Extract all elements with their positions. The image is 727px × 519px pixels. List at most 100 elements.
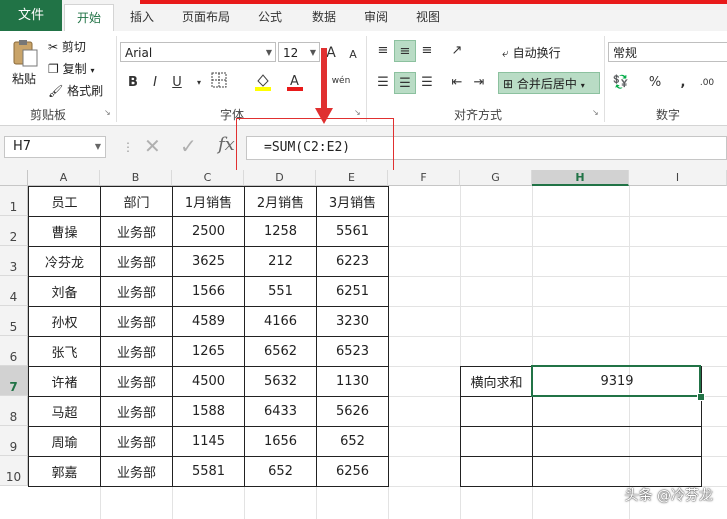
cell[interactable]: 业务部 bbox=[100, 426, 173, 457]
row-header-2[interactable]: 2 bbox=[0, 216, 28, 246]
cancel-icon[interactable]: ✕ bbox=[144, 134, 161, 158]
cell[interactable]: 3625 bbox=[172, 246, 245, 277]
borders-icon[interactable] bbox=[208, 72, 230, 94]
underline-dropdown-icon[interactable]: ▾ bbox=[188, 72, 210, 94]
cell[interactable]: 5581 bbox=[172, 456, 245, 487]
cell[interactable]: 652 bbox=[244, 456, 317, 487]
tab-review[interactable]: 审阅 bbox=[358, 4, 394, 30]
paste-button[interactable]: 粘贴 bbox=[12, 70, 36, 87]
align-middle-icon[interactable]: ≡ bbox=[394, 40, 416, 62]
merge-center-button[interactable]: ⊞ 合并后居中 ▾ bbox=[498, 72, 600, 94]
currency-icon[interactable]: 💱 bbox=[610, 72, 632, 94]
align-left-icon[interactable]: ☰ bbox=[372, 72, 394, 94]
tab-file[interactable]: 文件 bbox=[0, 0, 62, 31]
column-header-d[interactable]: D bbox=[244, 170, 316, 186]
column-header-h[interactable]: H bbox=[532, 170, 629, 186]
cell[interactable]: 4166 bbox=[244, 306, 317, 337]
shrink-font-button[interactable]: A bbox=[342, 44, 364, 66]
empty-cell[interactable] bbox=[460, 456, 533, 487]
empty-cell[interactable] bbox=[532, 426, 702, 457]
cut-button[interactable]: ✂ 剪切 bbox=[48, 38, 86, 55]
empty-cell[interactable] bbox=[460, 426, 533, 457]
row-header-4[interactable]: 4 bbox=[0, 276, 28, 306]
tab-data[interactable]: 数据 bbox=[306, 4, 342, 30]
cell[interactable]: 3230 bbox=[316, 306, 389, 337]
cell[interactable]: 业务部 bbox=[100, 216, 173, 247]
cell[interactable]: 孙权 bbox=[28, 306, 101, 337]
tab-formulas[interactable]: 公式 bbox=[252, 4, 288, 30]
header-cell[interactable]: 员工 bbox=[28, 186, 101, 217]
header-cell[interactable]: 3月销售 bbox=[316, 186, 389, 217]
cell[interactable]: 业务部 bbox=[100, 456, 173, 487]
percent-button[interactable]: % bbox=[644, 72, 666, 94]
cell[interactable]: 5626 bbox=[316, 396, 389, 427]
cell[interactable]: 业务部 bbox=[100, 246, 173, 277]
tab-view[interactable]: 视图 bbox=[410, 4, 446, 30]
cell[interactable]: 1566 bbox=[172, 276, 245, 307]
cell[interactable]: 5632 bbox=[244, 366, 317, 397]
insert-function-button[interactable]: fx bbox=[218, 134, 235, 155]
cell[interactable]: 郭嘉 bbox=[28, 456, 101, 487]
font-size-select[interactable]: 12 ▼ bbox=[278, 42, 320, 62]
decrease-indent-icon[interactable]: ⇤ bbox=[446, 72, 468, 94]
cell[interactable]: 6562 bbox=[244, 336, 317, 367]
cell[interactable]: 曹操 bbox=[28, 216, 101, 247]
font-name-select[interactable]: Arial ▼ bbox=[120, 42, 276, 62]
cell[interactable]: 6256 bbox=[316, 456, 389, 487]
number-format-select[interactable]: 常规 bbox=[608, 42, 727, 62]
column-header-i[interactable]: I bbox=[629, 170, 727, 186]
empty-cell[interactable] bbox=[532, 396, 702, 427]
cell[interactable]: 4500 bbox=[172, 366, 245, 397]
column-header-g[interactable]: G bbox=[460, 170, 532, 186]
row-header-1[interactable]: 1 bbox=[0, 186, 28, 216]
cell[interactable]: 4589 bbox=[172, 306, 245, 337]
cell[interactable]: 业务部 bbox=[100, 306, 173, 337]
cell[interactable]: 刘备 bbox=[28, 276, 101, 307]
cell[interactable]: 张飞 bbox=[28, 336, 101, 367]
cell[interactable]: 551 bbox=[244, 276, 317, 307]
font-launcher-icon[interactable]: ↘ bbox=[354, 108, 361, 117]
fill-color-icon[interactable] bbox=[252, 72, 274, 94]
column-header-c[interactable]: C bbox=[172, 170, 244, 186]
header-cell[interactable]: 部门 bbox=[100, 186, 173, 217]
empty-cell[interactable] bbox=[532, 456, 702, 487]
format-painter-button[interactable]: 🖌 格式刷 bbox=[48, 82, 103, 99]
align-right-icon[interactable]: ☰ bbox=[416, 72, 438, 94]
paste-icon[interactable] bbox=[10, 38, 40, 67]
font-color-icon[interactable]: A bbox=[284, 72, 306, 94]
cell[interactable]: 业务部 bbox=[100, 366, 173, 397]
increase-indent-icon[interactable]: ⇥ bbox=[468, 72, 490, 94]
cell[interactable]: 2500 bbox=[172, 216, 245, 247]
alignment-launcher-icon[interactable]: ↘ bbox=[592, 108, 599, 117]
copy-button[interactable]: ❐ 复制 ▾ bbox=[48, 60, 94, 77]
cell[interactable]: 业务部 bbox=[100, 396, 173, 427]
row-header-9[interactable]: 9 bbox=[0, 426, 28, 456]
cell[interactable]: 1588 bbox=[172, 396, 245, 427]
row-header-3[interactable]: 3 bbox=[0, 246, 28, 276]
underline-button[interactable]: U bbox=[166, 72, 188, 94]
header-cell[interactable]: 2月销售 bbox=[244, 186, 317, 217]
row-header-8[interactable]: 8 bbox=[0, 396, 28, 426]
clipboard-launcher-icon[interactable]: ↘ bbox=[104, 108, 111, 117]
cell[interactable]: 周瑜 bbox=[28, 426, 101, 457]
header-cell[interactable]: 1月销售 bbox=[172, 186, 245, 217]
bold-button[interactable]: B bbox=[122, 72, 144, 94]
cell[interactable]: 1145 bbox=[172, 426, 245, 457]
column-header-a[interactable]: A bbox=[28, 170, 100, 186]
comma-button[interactable]: , bbox=[672, 72, 694, 94]
cell[interactable]: 212 bbox=[244, 246, 317, 277]
cell[interactable]: 1265 bbox=[172, 336, 245, 367]
fill-handle[interactable] bbox=[697, 393, 705, 401]
sum-label-cell[interactable]: 横向求和 bbox=[460, 366, 533, 397]
align-bottom-icon[interactable]: ≡ bbox=[416, 40, 438, 62]
tab-home[interactable]: 开始 bbox=[64, 4, 114, 31]
column-header-b[interactable]: B bbox=[100, 170, 172, 186]
cell[interactable]: 652 bbox=[316, 426, 389, 457]
cell[interactable]: 6251 bbox=[316, 276, 389, 307]
column-header-e[interactable]: E bbox=[316, 170, 388, 186]
cell[interactable]: 5561 bbox=[316, 216, 389, 247]
cell[interactable]: 1130 bbox=[316, 366, 389, 397]
italic-button[interactable]: I bbox=[144, 72, 166, 94]
wrap-text-button[interactable]: ⤶ 自动换行 bbox=[502, 44, 561, 61]
cell[interactable]: 冷芬龙 bbox=[28, 246, 101, 277]
